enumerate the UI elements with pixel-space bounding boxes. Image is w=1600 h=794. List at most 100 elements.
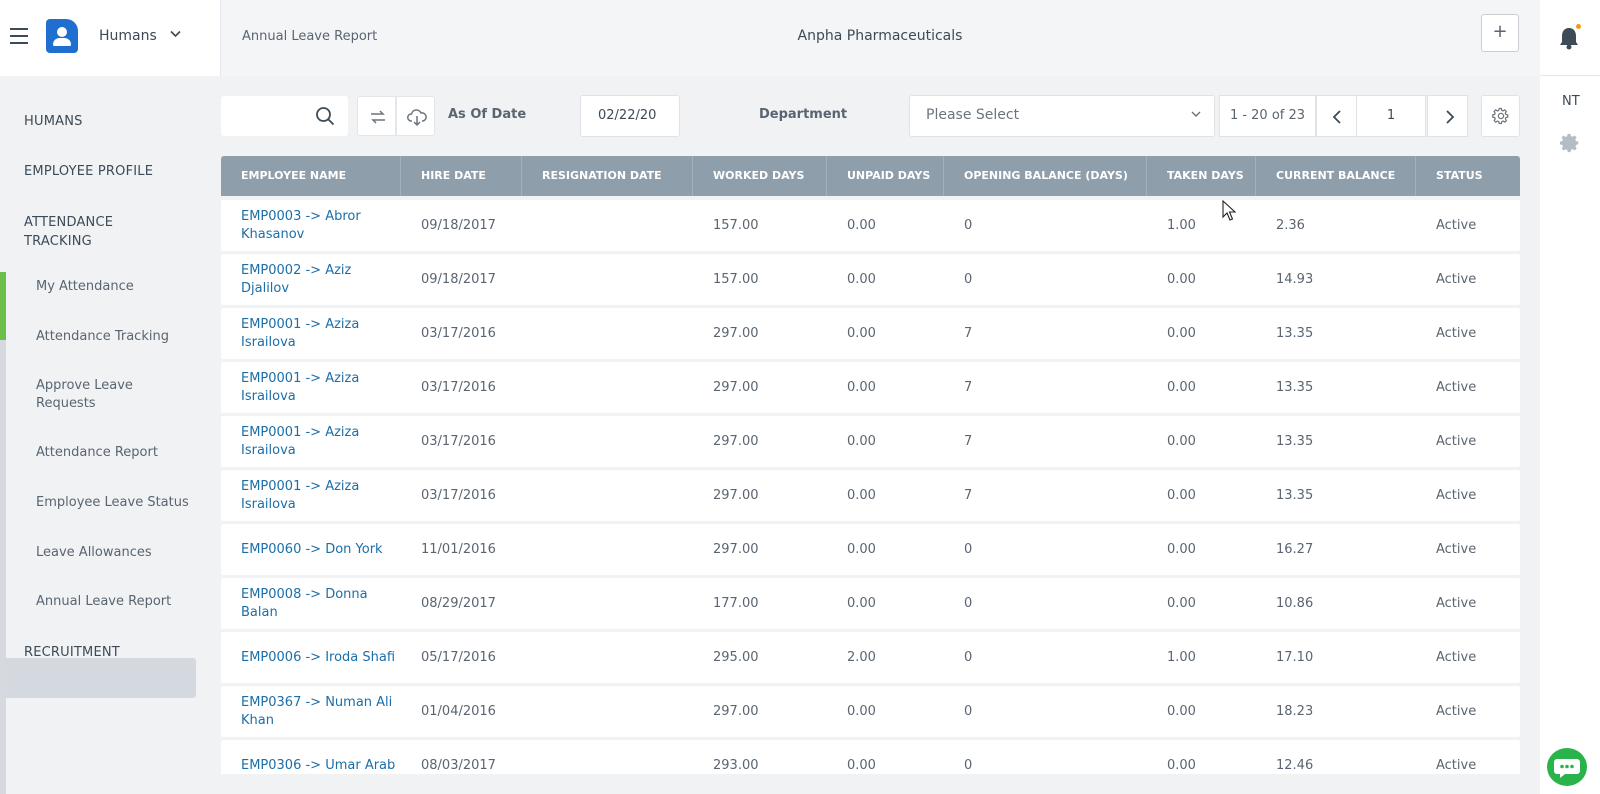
cell-employee-name[interactable]: EMP0008 -> Donna Balan [221,578,401,629]
cell-hire-date: 03/17/2016 [421,434,496,449]
refresh-button[interactable] [357,96,396,136]
cell-employee-name[interactable]: EMP0002 -> Aziz Djalilov [221,254,401,305]
active-section-indicator [0,272,6,340]
add-button[interactable]: + [1481,14,1519,52]
cell-resignation-date [522,416,693,467]
cell-taken-days: 0.00 [1167,326,1196,341]
cell-employee-name[interactable]: EMP0001 -> Aziza Israilova [221,470,401,521]
cell-worked-days: 297.00 [713,488,759,503]
cell-worked-days: 297.00 [713,434,759,449]
sidebar-item-attendance-tracking[interactable]: Attendance Tracking [36,328,196,346]
cell-unpaid-days: 0.00 [847,272,876,287]
table-row[interactable]: EMP0001 -> Aziza Israilova 03/17/2016 297.… [221,416,1520,467]
chevron-left-icon [1332,110,1341,124]
cell-unpaid-days: 0.00 [847,704,876,719]
search-icon[interactable] [315,106,335,126]
app-logo-icon [46,19,78,53]
cell-employee-name[interactable]: EMP0003 -> Abror Khasanov [221,200,401,251]
table-row[interactable]: EMP0001 -> Aziza Israilova 03/17/2016 297.… [221,308,1520,359]
chevron-down-icon[interactable] [170,30,181,41]
cell-status: Active [1436,272,1477,287]
cell-employee-name[interactable]: EMP0001 -> Aziza Israilova [221,362,401,413]
cell-resignation-date [522,308,693,359]
cell-worked-days: 157.00 [713,272,759,287]
as-of-date-input[interactable]: 02/22/20 [580,95,680,137]
app-name[interactable]: Humans [99,28,157,44]
table-row[interactable]: EMP0002 -> Aziz Djalilov 09/18/2017 157.00… [221,254,1520,305]
cell-employee-name[interactable]: EMP0006 -> Iroda Shafi [221,632,401,683]
cell-resignation-date [522,470,693,521]
cloud-download-icon [407,109,427,127]
cell-employee-name[interactable]: EMP0001 -> Aziza Israilova [221,416,401,467]
cell-status: Active [1436,596,1477,611]
column-header-resignation-date[interactable]: RESIGNATION DATE [522,156,693,196]
table-row[interactable]: EMP0060 -> Don York 11/01/2016 297.00 0.00 0… [221,524,1520,575]
department-select[interactable]: Please Select [909,95,1215,137]
cell-hire-date: 09/18/2017 [421,272,496,287]
subnav-track [0,340,6,794]
column-header-taken-days[interactable]: TAKEN DAYS [1147,156,1256,196]
cell-taken-days: 0.00 [1167,272,1196,287]
download-button[interactable] [396,96,435,136]
top-bar: Humans Annual Leave Report Anpha Pharmac… [0,0,1600,76]
table-row[interactable]: EMP0306 -> Umar Arab 08/03/2017 293.00 0.00… [221,740,1520,774]
table-row[interactable]: EMP0003 -> Abror Khasanov 09/18/2017 157.0… [221,200,1520,251]
cell-unpaid-days: 0.00 [847,488,876,503]
table-settings-button[interactable] [1481,95,1520,137]
sidebar-item-annual-leave-report[interactable]: Annual Leave Report [36,593,196,611]
cell-opening-balance: 0 [964,218,973,233]
cell-opening-balance: 0 [964,272,973,287]
column-header-opening-balance[interactable]: OPENING BALANCE (DAYS) [944,156,1147,196]
active-subitem-highlight [6,658,196,698]
column-header-current-balance[interactable]: CURRENT BALANCE [1256,156,1416,196]
cell-status: Active [1436,758,1477,773]
previous-page-button[interactable] [1316,95,1357,137]
gear-icon[interactable] [1559,132,1581,154]
chevron-down-icon [1191,111,1201,117]
table-row[interactable]: EMP0367 -> Numan Ali Khan 01/04/2016 297.0… [221,686,1520,737]
table-row[interactable]: EMP0008 -> Donna Balan 08/29/2017 177.00 0.… [221,578,1520,629]
cell-opening-balance: 0 [964,596,973,611]
cell-worked-days: 157.00 [713,218,759,233]
cell-employee-name[interactable]: EMP0001 -> Aziza Israilova [221,308,401,359]
sidebar-section-attendance-tracking[interactable]: ATTENDANCE TRACKING [24,213,144,251]
next-page-button[interactable] [1427,95,1468,137]
cell-unpaid-days: 2.00 [847,650,876,665]
sidebar-item-my-attendance[interactable]: My Attendance [36,278,196,296]
chat-button[interactable] [1547,748,1587,786]
cell-employee-name[interactable]: EMP0367 -> Numan Ali Khan [221,686,401,737]
column-header-employee-name[interactable]: EMPLOYEE NAME [221,156,401,196]
sidebar-item-employee-leave-status[interactable]: Employee Leave Status [36,494,196,512]
sidebar-item-approve-leave-requests[interactable]: Approve Leave Requests [36,377,146,413]
cell-status: Active [1436,542,1477,557]
sidebar-section-humans[interactable]: HUMANS [24,114,83,129]
cell-unpaid-days: 0.00 [847,326,876,341]
cell-current-balance: 13.35 [1276,434,1314,449]
page-number-input[interactable]: 1 [1356,95,1426,137]
notification-badge [1575,23,1582,30]
sidebar-item-attendance-report[interactable]: Attendance Report [36,444,196,462]
cell-current-balance: 10.86 [1276,596,1314,611]
cell-worked-days: 297.00 [713,542,759,557]
menu-icon[interactable] [10,28,28,44]
cell-current-balance: 18.23 [1276,704,1314,719]
table-row[interactable]: EMP0001 -> Aziza Israilova 03/17/2016 297.… [221,362,1520,413]
sidebar-item-leave-allowances[interactable]: Leave Allowances [36,544,196,562]
cell-taken-days: 0.00 [1167,488,1196,503]
sidebar-section-recruitment[interactable]: RECRUITMENT [24,645,120,660]
column-header-unpaid-days[interactable]: UNPAID DAYS [827,156,944,196]
cell-employee-name[interactable]: EMP0060 -> Don York [221,524,401,575]
column-header-worked-days[interactable]: WORKED DAYS [693,156,827,196]
table-row[interactable]: EMP0001 -> Aziza Israilova 03/17/2016 297.… [221,470,1520,521]
table-row[interactable]: EMP0006 -> Iroda Shafi 05/17/2016 295.00 2.… [221,632,1520,683]
as-of-date-label: As Of Date [448,107,527,122]
gear-icon [1492,107,1509,125]
cell-employee-name[interactable]: EMP0306 -> Umar Arab [221,740,401,774]
cell-opening-balance: 0 [964,758,973,773]
column-header-status[interactable]: STATUS [1416,156,1520,196]
column-header-hire-date[interactable]: HIRE DATE [401,156,522,196]
cell-status: Active [1436,650,1477,665]
user-initials[interactable]: NT [1562,94,1580,109]
sidebar-section-employee-profile[interactable]: EMPLOYEE PROFILE [24,164,153,179]
table-body: EMP0003 -> Abror Khasanov 09/18/2017 157.0… [221,200,1520,774]
